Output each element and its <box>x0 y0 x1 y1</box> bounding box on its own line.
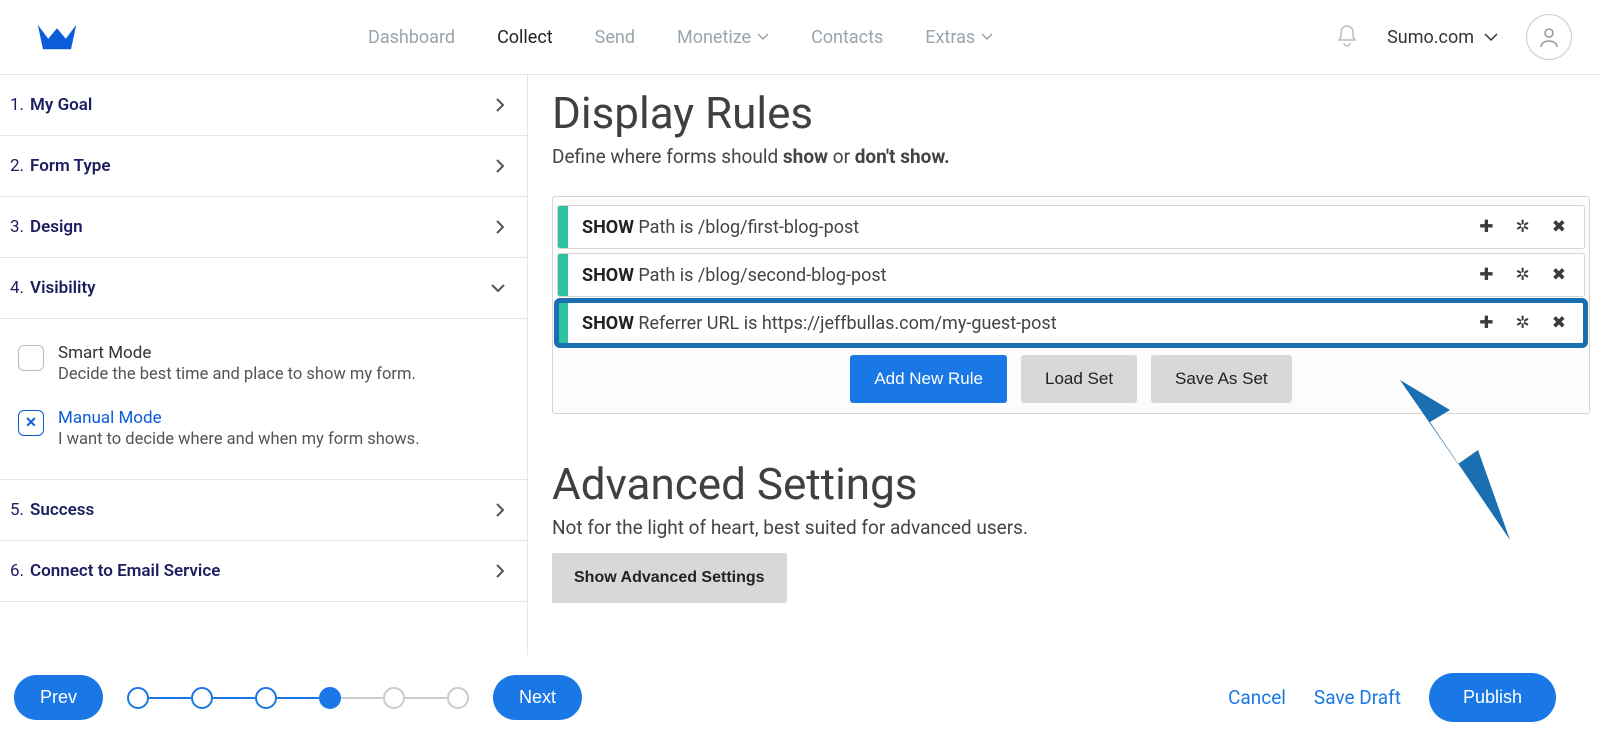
step-connect-email[interactable]: 6.Connect to Email Service <box>0 541 527 602</box>
progress-step-6[interactable] <box>447 687 469 709</box>
manual-mode-option[interactable]: ✕ Manual Mode I want to decide where and… <box>18 408 509 449</box>
add-icon[interactable]: ✚ <box>1479 313 1493 333</box>
add-new-rule-button[interactable]: Add New Rule <box>850 355 1007 403</box>
nav-monetize[interactable]: Monetize <box>677 27 769 48</box>
progress-step-2[interactable] <box>191 687 213 709</box>
avatar[interactable] <box>1526 14 1572 60</box>
rule-text: SHOW Path is /blog/second-blog-post <box>568 265 1479 286</box>
smart-mode-title: Smart Mode <box>58 343 416 363</box>
rule-row[interactable]: SHOW Path is /blog/second-blog-post ✚ ✲ … <box>557 253 1585 297</box>
step-my-goal[interactable]: 1.My Goal <box>0 75 527 136</box>
chevron-down-icon <box>491 283 505 293</box>
next-button[interactable]: Next <box>493 675 582 720</box>
chevron-right-icon <box>495 503 505 517</box>
account-dropdown[interactable]: Sumo.com <box>1387 27 1498 48</box>
smart-mode-desc: Decide the best time and place to show m… <box>58 365 416 384</box>
rule-accent <box>558 206 568 248</box>
rules-list: SHOW Path is /blog/first-blog-post ✚ ✲ ✖… <box>552 196 1590 414</box>
chevron-right-icon <box>495 98 505 112</box>
chevron-right-icon <box>495 159 505 173</box>
bell-icon[interactable] <box>1335 24 1359 50</box>
load-set-button[interactable]: Load Set <box>1021 355 1137 403</box>
rule-text: SHOW Referrer URL is https://jeffbullas.… <box>568 313 1479 334</box>
nav-dashboard[interactable]: Dashboard <box>368 27 455 48</box>
save-as-set-button[interactable]: Save As Set <box>1151 355 1292 403</box>
smart-mode-option[interactable]: Smart Mode Decide the best time and plac… <box>18 343 509 384</box>
step-form-type[interactable]: 2.Form Type <box>0 136 527 197</box>
rule-accent <box>558 302 568 344</box>
wizard-sidebar: 1.My Goal 2.Form Type 3.Design 4.Visibil… <box>0 75 528 655</box>
chevron-down-icon <box>1484 33 1498 42</box>
advanced-title: Advanced Settings <box>552 458 1590 510</box>
rule-accent <box>558 254 568 296</box>
rule-row[interactable]: SHOW Path is /blog/first-blog-post ✚ ✲ ✖ <box>557 205 1585 249</box>
gear-icon[interactable]: ✲ <box>1516 217 1530 237</box>
step-visibility[interactable]: 4.Visibility <box>0 258 527 319</box>
publish-button[interactable]: Publish <box>1429 673 1556 722</box>
chevron-right-icon <box>495 220 505 234</box>
progress-dots <box>127 687 469 709</box>
add-icon[interactable]: ✚ <box>1479 265 1493 285</box>
add-icon[interactable]: ✚ <box>1479 217 1493 237</box>
progress-step-1[interactable] <box>127 687 149 709</box>
nav-contacts[interactable]: Contacts <box>811 27 883 48</box>
rule-buttons: Add New Rule Load Set Save As Set <box>557 355 1585 403</box>
rule-row-highlighted[interactable]: SHOW Referrer URL is https://jeffbullas.… <box>557 301 1585 345</box>
top-header: Dashboard Collect Send Monetize Contacts… <box>0 0 1600 75</box>
advanced-section: Advanced Settings Not for the light of h… <box>552 458 1590 603</box>
rule-text: SHOW Path is /blog/first-blog-post <box>568 217 1479 238</box>
prev-button[interactable]: Prev <box>14 675 103 720</box>
account-label: Sumo.com <box>1387 27 1474 48</box>
display-rules-desc: Define where forms should show or don't … <box>552 145 1590 168</box>
smart-mode-checkbox[interactable] <box>18 345 44 371</box>
close-icon[interactable]: ✖ <box>1552 313 1566 333</box>
progress-step-3[interactable] <box>255 687 277 709</box>
cancel-link[interactable]: Cancel <box>1228 686 1286 709</box>
close-icon[interactable]: ✖ <box>1552 265 1566 285</box>
main-nav: Dashboard Collect Send Monetize Contacts… <box>368 27 993 48</box>
header-right: Sumo.com <box>1335 14 1572 60</box>
user-icon <box>1537 25 1561 49</box>
gear-icon[interactable]: ✲ <box>1516 313 1530 333</box>
visibility-options: Smart Mode Decide the best time and plac… <box>0 319 527 480</box>
crown-logo-icon <box>36 16 78 58</box>
close-icon[interactable]: ✖ <box>1552 217 1566 237</box>
display-rules-title: Display Rules <box>552 87 1590 139</box>
manual-mode-title: Manual Mode <box>58 408 420 428</box>
progress-step-5[interactable] <box>383 687 405 709</box>
chevron-down-icon <box>981 33 993 41</box>
manual-mode-checkbox[interactable]: ✕ <box>18 410 44 436</box>
chevron-down-icon <box>757 33 769 41</box>
gear-icon[interactable]: ✲ <box>1516 265 1530 285</box>
nav-extras[interactable]: Extras <box>925 27 993 48</box>
step-design[interactable]: 3.Design <box>0 197 527 258</box>
step-success[interactable]: 5.Success <box>0 480 527 541</box>
main-panel: Display Rules Define where forms should … <box>528 75 1600 655</box>
progress-step-4[interactable] <box>319 687 341 709</box>
save-draft-link[interactable]: Save Draft <box>1314 686 1401 709</box>
advanced-desc: Not for the light of heart, best suited … <box>552 516 1590 539</box>
wizard-footer: Prev Next Cancel Save Draft Publish <box>0 655 1600 740</box>
show-advanced-button[interactable]: Show Advanced Settings <box>552 553 787 603</box>
nav-send[interactable]: Send <box>595 27 635 48</box>
manual-mode-desc: I want to decide where and when my form … <box>58 430 420 449</box>
chevron-right-icon <box>495 564 505 578</box>
nav-collect[interactable]: Collect <box>497 27 553 48</box>
